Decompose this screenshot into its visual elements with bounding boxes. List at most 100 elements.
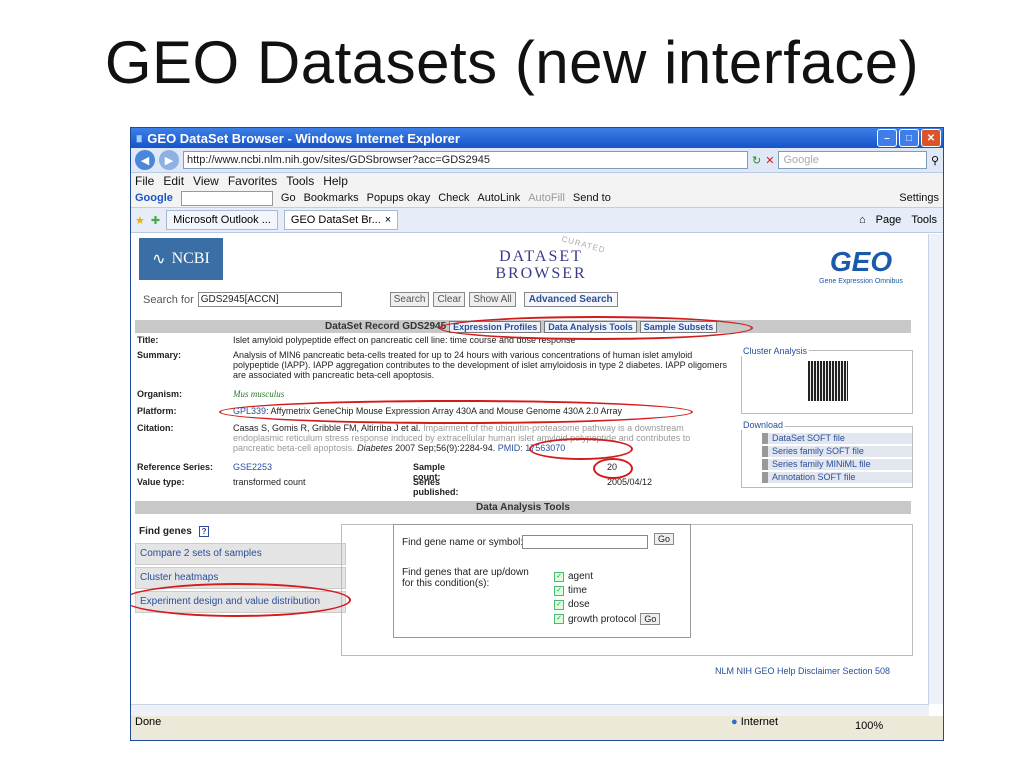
menu-tools[interactable]: Tools	[286, 174, 314, 188]
record-bar: DataSet Record GDS2945 Expression Profil…	[135, 320, 911, 333]
menu-view[interactable]: View	[193, 174, 219, 188]
download-series-miniml[interactable]: Series family MINiML file	[762, 459, 912, 470]
citation-ref: 2007 Sep;56(9):2284-94.	[395, 443, 496, 453]
ie-icon: ∎	[135, 130, 144, 145]
page-content: ∿ NCBI DATASET BROWSER CURATED GEO Gene …	[131, 234, 927, 704]
status-text: Done	[135, 716, 162, 728]
slide-title: GEO Datasets (new interface)	[104, 29, 920, 96]
address-bar[interactable]: http://www.ncbi.nlm.nih.gov/sites/GDSbro…	[183, 151, 748, 169]
summary-value: Analysis of MIN6 pancreatic beta-cells t…	[233, 350, 727, 380]
download-box: DataSet SOFT file Series family SOFT fil…	[741, 426, 913, 488]
search-input[interactable]: Google	[778, 151, 927, 169]
menu-favorites[interactable]: Favorites	[228, 174, 277, 188]
search-row: Search for GDS2945[ACCN] Search Clear Sh…	[143, 292, 618, 307]
cluster-analysis-label: Cluster Analysis	[741, 346, 810, 356]
checkbox-icon[interactable]: ✓	[554, 599, 564, 610]
sample-count-value: 20	[607, 462, 618, 472]
find-genes-box: Find gene name or symbol: Go Find genes …	[393, 524, 691, 638]
close-button[interactable]: ✕	[921, 129, 941, 147]
conditions-go-button[interactable]: Go	[640, 613, 661, 625]
google-search-input[interactable]	[180, 190, 273, 206]
menu-file[interactable]: File	[135, 174, 154, 188]
tab-sample-subsets[interactable]: Sample Subsets	[639, 320, 718, 333]
published-value: 2005/04/12	[607, 477, 653, 487]
google-go-button[interactable]: Go	[281, 192, 296, 204]
ncbi-logo[interactable]: ∿ NCBI	[139, 238, 223, 280]
check-button[interactable]: Check	[438, 192, 469, 204]
find-symbol-go-button[interactable]: Go	[654, 533, 675, 545]
zoom-level[interactable]: 100%	[855, 720, 883, 732]
window-title: GEO DataSet Browser - Windows Internet E…	[147, 130, 460, 146]
page-menu[interactable]: Page	[876, 214, 902, 226]
forward-button[interactable]: ▶	[159, 150, 179, 170]
window-titlebar: ∎ GEO DataSet Browser - Windows Internet…	[131, 128, 943, 148]
advanced-search-button[interactable]: Advanced Search	[523, 292, 618, 307]
pmid-link[interactable]: PMID: 17563070	[498, 443, 566, 453]
search-button[interactable]: Search	[389, 292, 430, 307]
download-series-soft[interactable]: Series family SOFT file	[762, 446, 912, 457]
show-all-button[interactable]: Show All	[469, 292, 516, 307]
tab-data-analysis-tools[interactable]: Data Analysis Tools	[544, 320, 637, 333]
menu-edit[interactable]: Edit	[163, 174, 184, 188]
data-analysis-tools-bar: Data Analysis Tools	[135, 501, 911, 514]
stop-icon[interactable]: ✕	[765, 154, 774, 167]
address-row: ◀ ▶ http://www.ncbi.nlm.nih.gov/sites/GD…	[131, 148, 943, 173]
help-icon[interactable]: ?	[198, 526, 210, 537]
tab-expression-profiles[interactable]: Expression Profiles	[449, 320, 542, 333]
clear-button[interactable]: Clear	[433, 292, 466, 307]
popups-button[interactable]: Popups okay	[367, 192, 431, 204]
autolink-button[interactable]: AutoLink	[477, 192, 520, 204]
gds-search-input[interactable]: GDS2945[ACCN]	[197, 292, 342, 307]
condition-agent[interactable]: ✓ agent	[554, 571, 593, 582]
download-annotation-soft[interactable]: Annotation SOFT file	[762, 472, 912, 483]
cluster-analysis-box	[741, 350, 913, 414]
sendto-button[interactable]: Send to	[573, 192, 611, 204]
download-dataset-soft[interactable]: DataSet SOFT file	[762, 433, 912, 444]
add-favorites-icon[interactable]: ✚	[151, 214, 160, 227]
tool-cluster-heatmaps[interactable]: Cluster heatmaps	[135, 567, 346, 589]
citation-authors: Casas S, Gomis R, Gribble FM, Altirriba …	[233, 423, 421, 433]
tab-geo[interactable]: GEO DataSet Br... ×	[283, 210, 399, 230]
maximize-button[interactable]: □	[899, 129, 919, 147]
platform-value: : Affymetrix GeneChip Mouse Expression A…	[266, 406, 623, 416]
menu-help[interactable]: Help	[323, 174, 348, 188]
find-genes-label: Find genes ?	[139, 526, 210, 537]
menu-bar: File Edit View Favorites Tools Help	[131, 173, 943, 189]
organism-value[interactable]: Mus musculus	[233, 389, 793, 399]
internet-zone: ● Internet	[731, 716, 779, 728]
tools-menu[interactable]: Tools	[911, 214, 937, 226]
gene-symbol-input[interactable]	[522, 535, 648, 549]
checkbox-icon[interactable]: ✓	[554, 571, 564, 582]
refseries-link[interactable]: GSE2253	[233, 462, 272, 472]
favorites-star-icon[interactable]: ★	[135, 214, 145, 227]
condition-growth-protocol[interactable]: ✓ growth protocol Go	[554, 613, 661, 625]
citation-journal: Diabetes	[357, 443, 393, 453]
find-symbol-label: Find gene name or symbol:	[402, 537, 524, 548]
back-button[interactable]: ◀	[135, 150, 155, 170]
value-type-value: transformed count	[233, 477, 306, 487]
search-icon[interactable]: ⚲	[931, 154, 939, 167]
google-logo: Google	[135, 192, 173, 204]
minimize-button[interactable]: –	[877, 129, 897, 147]
checkbox-icon[interactable]: ✓	[554, 585, 564, 596]
checkbox-icon[interactable]: ✓	[554, 614, 564, 624]
platform-link[interactable]: GPL339	[233, 406, 266, 416]
globe-icon: ●	[731, 716, 738, 728]
tool-experiment-design[interactable]: Experiment design and value distribution	[135, 591, 346, 613]
vertical-scrollbar[interactable]	[928, 234, 943, 704]
geo-logo[interactable]: GEO Gene Expression Omnibus	[811, 246, 911, 285]
condition-time[interactable]: ✓ time	[554, 585, 587, 596]
tool-compare-samples[interactable]: Compare 2 sets of samples	[135, 543, 346, 565]
condition-dose[interactable]: ✓ dose	[554, 599, 590, 610]
footer-links[interactable]: NLM NIH GEO Help Disclaimer Section 508	[715, 666, 890, 676]
cluster-heatmap-thumbnail[interactable]	[808, 361, 848, 401]
settings-button[interactable]: Settings	[899, 192, 943, 204]
refresh-icon[interactable]: ↻	[752, 154, 761, 167]
autofill-button[interactable]: AutoFill	[528, 192, 565, 204]
bookmarks-button[interactable]: Bookmarks	[304, 192, 359, 204]
home-icon[interactable]: ⌂	[859, 214, 866, 226]
tab-outlook[interactable]: Microsoft Outlook ...	[166, 210, 278, 230]
browser-window: ∎ GEO DataSet Browser - Windows Internet…	[130, 127, 944, 741]
search-label: Search for	[143, 293, 194, 306]
tab-close-icon[interactable]: ×	[385, 214, 391, 226]
